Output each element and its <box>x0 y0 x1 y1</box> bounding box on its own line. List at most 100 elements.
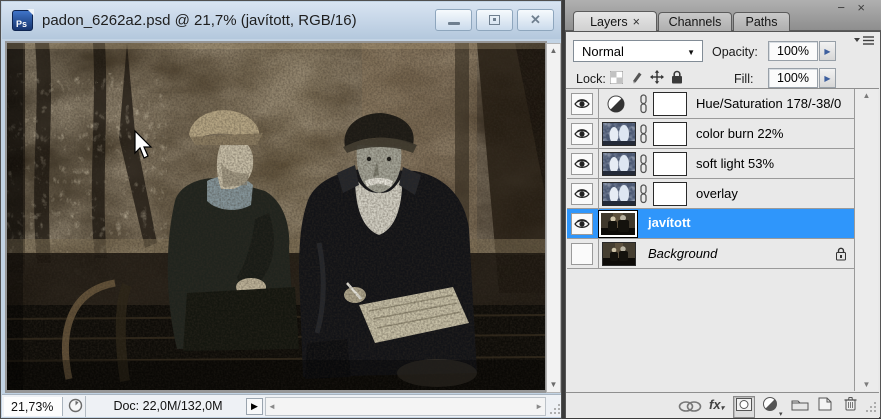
tab-paths[interactable]: Paths <box>733 12 790 31</box>
photoshop-workspace: Ps padon_6262a2.psd @ 21,7% (javított, R… <box>0 0 881 419</box>
eye-icon <box>574 159 590 168</box>
layer-visibility-toggle[interactable] <box>571 243 593 265</box>
layer-name[interactable]: Background <box>648 246 717 261</box>
fill-field[interactable]: 100% <box>768 68 818 88</box>
background-lock-icon <box>836 247 846 261</box>
new-adjustment-layer-button[interactable]: ▾ <box>763 397 783 418</box>
panel-resize-grip[interactable] <box>866 401 877 412</box>
eye-icon <box>574 189 590 198</box>
layer-name[interactable]: overlay <box>696 186 738 201</box>
opacity-slider-button[interactable]: ▶ <box>819 41 836 61</box>
new-group-button[interactable] <box>791 398 809 411</box>
eye-icon <box>574 99 590 108</box>
layer-row-background[interactable]: Background <box>567 239 854 269</box>
blend-mode-value: Normal <box>582 43 624 59</box>
layer-thumbnail[interactable] <box>598 210 638 238</box>
scroll-right-icon[interactable]: ► <box>535 402 543 411</box>
layer-thumbnail[interactable] <box>602 122 636 146</box>
eye-icon <box>574 219 590 228</box>
layer-visibility-toggle[interactable] <box>571 123 593 145</box>
layer-mask-thumbnail[interactable] <box>653 122 687 146</box>
lock-all-icon[interactable] <box>671 70 683 84</box>
spin-arrow-icon: ▶ <box>824 46 831 56</box>
minimize-icon <box>447 22 460 25</box>
layer-name[interactable]: color burn 22% <box>696 126 783 141</box>
mask-link-icon[interactable] <box>639 184 648 204</box>
new-layer-button[interactable] <box>818 397 832 411</box>
fill-slider-button[interactable]: ▶ <box>819 68 836 88</box>
scroll-down-icon[interactable]: ▼ <box>855 380 878 389</box>
canvas-image[interactable] <box>7 43 545 390</box>
tab-channels[interactable]: Channels <box>658 12 732 31</box>
layer-row-hue-saturation[interactable]: Hue/Saturation 178/-38/0 <box>567 89 854 119</box>
add-layer-mask-button[interactable] <box>733 396 755 418</box>
close-icon: ✕ <box>530 12 541 27</box>
layer-thumbnail[interactable] <box>602 242 636 266</box>
layer-thumbnail[interactable] <box>602 152 636 176</box>
blend-mode-select[interactable]: Normal ▼ <box>573 40 703 62</box>
adjustment-layer-icon[interactable] <box>607 95 625 113</box>
layers-scrollbar[interactable]: ▲ ▼ <box>855 89 878 391</box>
lock-pixels-icon[interactable] <box>630 71 643 84</box>
lock-transparency-icon[interactable] <box>610 70 623 84</box>
layers-panel: − × Layers × Channels Paths Normal ▼ Opa… <box>565 0 881 419</box>
layer-name[interactable]: soft light 53% <box>696 156 774 171</box>
scroll-up-icon[interactable]: ▲ <box>855 91 878 100</box>
restore-icon <box>489 15 500 25</box>
tab-channels-label: Channels <box>668 15 722 29</box>
scroll-left-icon[interactable]: ◄ <box>268 402 276 411</box>
layer-mask-thumbnail[interactable] <box>653 182 687 206</box>
flyout-arrow-icon: ▶ <box>251 401 258 411</box>
layer-name[interactable]: Hue/Saturation 178/-38/0 <box>696 96 841 111</box>
layer-visibility-toggle[interactable] <box>571 183 593 205</box>
panel-menu-icon[interactable] <box>853 34 875 46</box>
panel-minimize-button[interactable]: − <box>837 1 845 15</box>
status-divider <box>85 396 86 417</box>
layer-row-overlay[interactable]: overlay <box>567 179 854 209</box>
mask-link-icon[interactable] <box>639 94 648 114</box>
scroll-down-icon[interactable]: ▼ <box>547 379 560 391</box>
page-fold-icon <box>27 9 34 16</box>
layers-panel-footer: fx▾ ▾ <box>566 392 879 418</box>
opacity-field[interactable]: 100% <box>768 41 818 61</box>
restore-button[interactable] <box>476 9 513 31</box>
mask-link-icon[interactable] <box>639 154 648 174</box>
layer-row-javitott[interactable]: javított <box>567 209 854 239</box>
layer-visibility-toggle[interactable] <box>571 153 593 175</box>
layer-mask-thumbnail[interactable] <box>653 92 687 116</box>
status-clock-icon <box>68 398 83 413</box>
zoom-level-field[interactable]: 21,73% <box>4 397 63 416</box>
canvas-area[interactable] <box>7 43 545 390</box>
psd-file-icon: Ps <box>12 9 34 31</box>
scroll-up-icon[interactable]: ▲ <box>547 45 560 57</box>
tab-paths-label: Paths <box>745 15 778 29</box>
tab-layers[interactable]: Layers × <box>573 11 657 31</box>
layer-thumbnail[interactable] <box>602 182 636 206</box>
minimize-button[interactable] <box>435 9 472 31</box>
close-button[interactable]: ✕ <box>517 9 554 31</box>
tab-close-icon[interactable]: × <box>633 15 640 29</box>
vertical-scrollbar[interactable]: ▲ ▼ <box>546 43 561 393</box>
window-resize-grip[interactable] <box>550 403 561 414</box>
panel-close-button[interactable]: × <box>857 1 865 15</box>
delete-layer-button[interactable] <box>844 396 857 411</box>
opacity-value: 100% <box>777 44 809 58</box>
layer-style-button[interactable]: fx▾ <box>709 397 724 412</box>
document-titlebar[interactable]: Ps padon_6262a2.psd @ 21,7% (javított, R… <box>2 2 561 39</box>
document-window: Ps padon_6262a2.psd @ 21,7% (javított, R… <box>0 0 562 419</box>
layer-row-color-burn[interactable]: color burn 22% <box>567 119 854 149</box>
layer-visibility-toggle[interactable] <box>571 93 593 115</box>
tab-layers-label: Layers <box>590 14 628 29</box>
layer-visibility-toggle[interactable] <box>571 213 593 235</box>
combo-arrow-icon: ▼ <box>687 48 695 57</box>
lock-position-icon[interactable] <box>650 70 664 84</box>
zoom-level-value: 21,73% <box>11 399 54 414</box>
status-flyout-button[interactable]: ▶ <box>246 398 263 415</box>
eye-icon <box>574 129 590 138</box>
layer-row-soft-light[interactable]: soft light 53% <box>567 149 854 179</box>
horizontal-scrollbar[interactable]: ◄ ► <box>265 397 546 416</box>
layer-mask-thumbnail[interactable] <box>653 152 687 176</box>
layer-name[interactable]: javított <box>648 215 691 230</box>
link-layers-button[interactable] <box>678 401 702 412</box>
mask-link-icon[interactable] <box>639 124 648 144</box>
